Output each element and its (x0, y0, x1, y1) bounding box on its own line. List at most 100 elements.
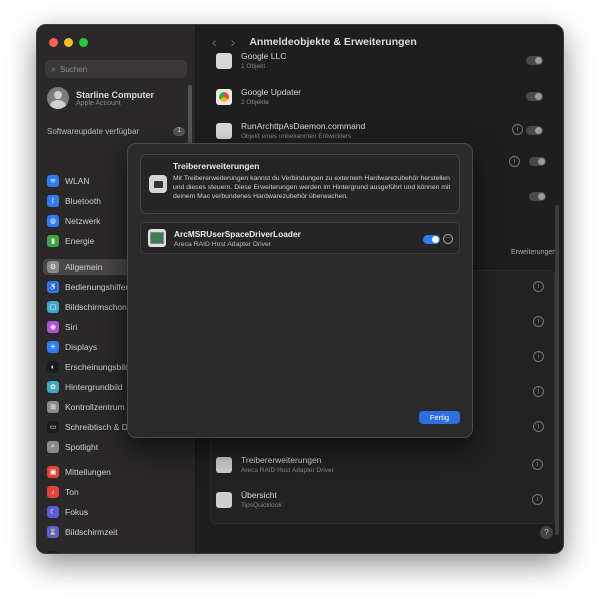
info-icon[interactable]: i (533, 281, 544, 292)
avatar (47, 87, 69, 109)
info-icon[interactable]: i (532, 459, 543, 470)
item-sub: TipsQuicklook (241, 502, 282, 509)
list-item[interactable]: Treibererweiterungen Areca RAID Host Ada… (216, 455, 547, 474)
item-toggle[interactable] (529, 192, 546, 201)
item-name: Treibererweiterungen (241, 455, 322, 465)
search-icon: ⌕ (51, 63, 57, 74)
item-toggle[interactable] (529, 157, 546, 166)
list-item: Google LLC 1 Objekt (216, 51, 547, 70)
driver-extension-icon (149, 175, 167, 193)
sidebar-item-label: Allgemein (65, 262, 103, 272)
item-name: Google LLC (241, 51, 287, 61)
sidebar-item-label: WLAN (65, 176, 90, 186)
sidebar-item-label: Energie (65, 236, 95, 246)
sheet-header: Treibererweiterungen Mit Treibererweiter… (140, 154, 460, 214)
driver-name: ArcMSRUserSpaceDriverLoader (174, 229, 301, 239)
list-item: RunArchttpAsDaemon.command Objekt eines … (216, 121, 547, 140)
software-update-item[interactable]: Softwareupdate verfügbar 1 (47, 127, 185, 136)
sidebar-item-bedienungshilfen[interactable]: ♿ Bedienungshilfen (47, 280, 130, 294)
sidebar-item-label: Kontrollzentrum (65, 402, 125, 412)
item-name: Google Updater (241, 87, 302, 97)
info-icon[interactable]: i (533, 351, 544, 362)
document-icon (216, 122, 232, 139)
sidebar-icon: ⚙ (47, 261, 59, 273)
sidebar-item-energie[interactable]: ▮ Energie (47, 234, 94, 248)
sidebar-item-hintergrundbild[interactable]: ✿ Hintergrundbild (47, 380, 123, 394)
page-title: Anmeldeobjekte & Erweiterungen (249, 36, 417, 48)
sidebar-item-netzwerk[interactable]: ◍ Netzwerk (47, 214, 100, 228)
sidebar-item-sperrbildschirm[interactable]: 🔒 Sperrbildschirm (47, 550, 124, 553)
sidebar-icon: ☀ (47, 341, 59, 353)
sidebar-item-wlan[interactable]: ≋ WLAN (47, 174, 90, 188)
eye-icon (216, 491, 232, 508)
sidebar-icon: ☾ (47, 506, 59, 518)
minimize-window-button[interactable] (64, 38, 73, 47)
search-input[interactable]: ⌕ Suchen (45, 60, 187, 78)
item-sub: 2 Objekte (241, 99, 269, 106)
item-toggle[interactable] (526, 56, 543, 65)
sidebar-item-label: Siri (65, 322, 78, 332)
sidebar-item-bildschirmschoner[interactable]: ▢ Bildschirmschoner (47, 300, 134, 314)
sidebar-icon: ◐ (47, 361, 59, 373)
sidebar-item-label: Bluetooth (65, 196, 101, 206)
sidebar-icon: ᛒ (47, 195, 59, 207)
sidebar-item-bildschirmzeit[interactable]: ⌛ Bildschirmzeit (47, 525, 117, 539)
sidebar-item-label: Displays (65, 342, 98, 352)
info-icon[interactable]: i (533, 386, 544, 397)
sheet-description: Mit Treibererweiterungen kannst du Verbi… (173, 175, 451, 201)
done-button[interactable]: Fertig (419, 411, 460, 424)
info-icon[interactable]: i (512, 124, 523, 135)
sidebar-icon: ◉ (47, 321, 59, 333)
info-icon[interactable]: i (509, 156, 520, 167)
sidebar-icon: ♪ (47, 486, 59, 498)
info-icon[interactable]: i (532, 494, 543, 505)
sidebar-icon: ▢ (47, 301, 59, 313)
item-toggle[interactable] (526, 92, 543, 101)
close-window-button[interactable] (49, 38, 58, 47)
sidebar-item-erscheinungsbild[interactable]: ◐ Erscheinungsbild (47, 360, 130, 374)
back-button[interactable]: ‹ (212, 34, 217, 50)
item-toggle[interactable] (526, 126, 543, 135)
sidebar-item-bluetooth[interactable]: ᛒ Bluetooth (47, 194, 101, 208)
more-options-icon[interactable]: ··· (443, 234, 453, 244)
content-scrollbar[interactable] (555, 205, 559, 535)
sidebar-item-label: Ton (65, 487, 79, 497)
driver-toggle[interactable] (423, 235, 440, 244)
raid-driver-icon (148, 229, 166, 247)
account-sub: Apple Account (76, 99, 121, 107)
sheet-title: Treibererweiterungen (173, 161, 260, 171)
sidebar-icon: ▣ (47, 466, 59, 478)
sidebar-item-mitteilungen[interactable]: ▣ Mitteilungen (47, 465, 111, 479)
document-icon (216, 52, 232, 69)
sidebar-item-label: Sperrbildschirm (65, 552, 124, 553)
driver-row: ArcMSRUserSpaceDriverLoader Areca RAID H… (140, 222, 460, 254)
zoom-window-button[interactable] (79, 38, 88, 47)
sidebar-item-ton[interactable]: ♪ Ton (47, 485, 79, 499)
info-icon[interactable]: i (533, 316, 544, 327)
sidebar-item-label: Bildschirmzeit (65, 527, 118, 537)
help-button[interactable]: ? (540, 526, 553, 539)
list-item[interactable]: Übersicht TipsQuicklook i (216, 490, 547, 509)
sidebar-icon: ⌕ (47, 441, 59, 453)
driver-description: Areca RAID Host Adapter Driver (174, 241, 272, 248)
forward-button[interactable]: › (231, 34, 236, 50)
sidebar-icon: ▮ (47, 235, 59, 247)
info-icon[interactable]: i (533, 421, 544, 432)
account-item[interactable]: Starline Computer Apple Account (47, 87, 154, 109)
driver-extensions-sheet: Treibererweiterungen Mit Treibererweiter… (127, 143, 473, 438)
sidebar-item-label: Mitteilungen (65, 467, 111, 477)
sidebar-item-label: Bildschirmschoner (65, 302, 135, 312)
sidebar-item-label: Spotlight (65, 442, 99, 452)
item-sub: 1 Objekt (241, 63, 266, 70)
sidebar-icon: 🔒 (47, 551, 59, 553)
sidebar-item-fokus[interactable]: ☾ Fokus (47, 505, 88, 519)
window-controls (49, 38, 88, 47)
sidebar-item-label: Bedienungshilfen (65, 282, 131, 292)
account-name: Starline Computer (76, 89, 155, 100)
item-sub: Areca RAID Host Adapter Driver (241, 467, 334, 474)
sidebar-item-spotlight[interactable]: ⌕ Spotlight (47, 440, 98, 454)
sidebar-item-label: Fokus (65, 507, 89, 517)
sidebar-item-kontrollzentrum[interactable]: ⊞ Kontrollzentrum (47, 400, 125, 414)
sidebar-item-siri[interactable]: ◉ Siri (47, 320, 77, 334)
sidebar-item-displays[interactable]: ☀ Displays (47, 340, 97, 354)
